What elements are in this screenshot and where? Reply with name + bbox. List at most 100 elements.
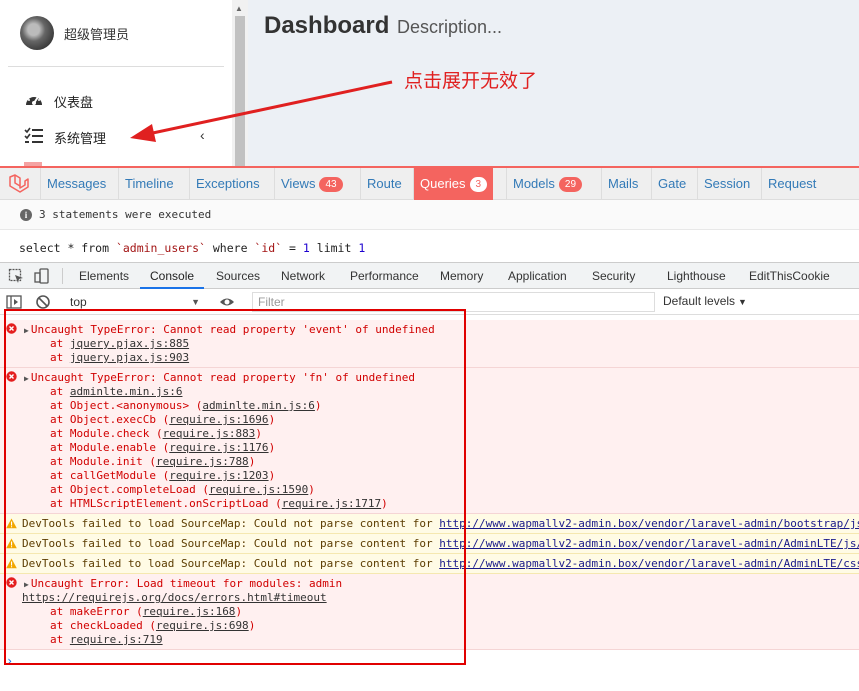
debugbar-tabs: Messages Timeline Exceptions Views 43 Rou…	[0, 168, 859, 200]
source-link[interactable]: require.js:168	[143, 605, 236, 618]
source-link[interactable]: require.js:1176	[169, 441, 268, 454]
content-header: Dashboard Description...	[264, 12, 502, 40]
laravel-logo-icon[interactable]	[8, 173, 30, 195]
log-levels-dropdown[interactable]: Default levels ▼	[663, 294, 747, 308]
debugbar-tab-gate[interactable]: Gate	[651, 168, 692, 200]
caret-down-icon: ▼	[738, 297, 747, 307]
sidebar: 超级管理员 仪表盘 系统管理 ‹	[0, 0, 232, 166]
debugbar-tab-request[interactable]: Request	[761, 168, 822, 200]
source-link[interactable]: jquery.pjax.js:885	[70, 337, 189, 350]
error-docs-link[interactable]: https://requirejs.org/docs/errors.html#t…	[22, 591, 327, 605]
device-toolbar-icon[interactable]	[34, 268, 50, 284]
source-link[interactable]: require.js:1717	[282, 497, 381, 510]
tab-network[interactable]: Network	[281, 263, 325, 289]
source-link[interactable]: jquery.pjax.js:903	[70, 351, 189, 364]
error-icon	[6, 323, 17, 334]
sidebar-item-label: 系统管理	[54, 131, 107, 146]
user-panel[interactable]: 超级管理员	[0, 8, 232, 58]
sidebar-toggle-icon[interactable]	[6, 294, 22, 310]
tab-performance[interactable]: Performance	[350, 263, 419, 289]
stack-frame: at jquery.pjax.js:903	[50, 351, 190, 364]
warning-icon	[6, 558, 17, 569]
source-link[interactable]: adminlte.min.js:6	[202, 399, 315, 412]
scroll-up-icon[interactable]: ▲	[235, 4, 243, 13]
debugbar-tab-exceptions[interactable]: Exceptions	[189, 168, 266, 200]
expand-triangle-icon[interactable]: ▶	[24, 580, 29, 589]
message-text: DevTools failed to load SourceMap: Could…	[22, 537, 859, 551]
toolbar-divider	[62, 268, 63, 284]
console-prompt[interactable]: ›	[6, 654, 13, 668]
debugbar: Messages Timeline Exceptions Views 43 Rou…	[0, 166, 859, 264]
sidebar-scrollbar[interactable]: ▲	[232, 0, 248, 166]
message-text: ▶ Uncaught TypeError: Cannot read propert…	[24, 371, 415, 384]
tab-memory[interactable]: Memory	[440, 263, 483, 289]
debugbar-tab-route[interactable]: Route	[360, 168, 408, 200]
page-description: Description...	[396, 17, 503, 37]
error-icon	[6, 371, 17, 382]
source-link[interactable]: require.js:1590	[209, 483, 308, 496]
sidebar-item-system-management[interactable]: 系统管理 ‹	[0, 122, 232, 150]
debugbar-tab-models[interactable]: Models 29	[506, 168, 588, 200]
count-badge: 43	[319, 177, 343, 192]
avatar	[20, 16, 54, 50]
debugbar-tab-session[interactable]: Session	[697, 168, 756, 200]
source-link[interactable]: require.js:788	[156, 455, 249, 468]
source-link[interactable]: adminlte.min.js:6	[70, 385, 183, 398]
stack-frame: at checkLoaded (require.js:698)	[50, 619, 256, 632]
debugbar-tab-timeline[interactable]: Timeline	[118, 168, 180, 200]
chevron-left-icon[interactable]: ‹	[200, 127, 205, 143]
console-error-message[interactable]: ▶ Uncaught Error: Load timeout for module…	[0, 574, 859, 650]
count-badge: 29	[558, 177, 583, 192]
stack-frame: at require.js:719	[50, 633, 163, 646]
tab-console[interactable]: Console	[140, 263, 205, 289]
sidebar-item-label: 仪表盘	[54, 95, 94, 110]
stack-frame: at HTMLScriptElement.onScriptLoad (requi…	[50, 497, 388, 510]
console-filter-input[interactable]	[252, 292, 655, 312]
source-link[interactable]: require.js:719	[70, 633, 163, 646]
context-selector[interactable]: top ▼	[64, 292, 204, 312]
source-link[interactable]: require.js:698	[156, 619, 249, 632]
expand-triangle-icon[interactable]: ▶	[24, 374, 29, 383]
tab-application[interactable]: Application	[508, 263, 567, 289]
info-icon: i	[20, 209, 32, 221]
source-link[interactable]: require.js:883	[163, 427, 256, 440]
console-error-message[interactable]: ▶ Uncaught TypeError: Cannot read propert…	[0, 320, 859, 368]
tab-security[interactable]: Security	[592, 263, 635, 289]
message-text: DevTools failed to load SourceMap: Could…	[22, 517, 859, 531]
tab-editthiscookie[interactable]: EditThisCookie	[749, 263, 830, 289]
stack-frame: at makeError (require.js:168)	[50, 605, 243, 618]
query-row[interactable]: select * from `admin_users` where `id` =…	[0, 230, 859, 264]
inspect-element-icon[interactable]	[8, 268, 24, 284]
source-link[interactable]: require.js:1696	[169, 413, 268, 426]
sourcemap-link[interactable]: http://www.wapmallv2-admin.box/vendor/la…	[439, 557, 859, 570]
devtools-tabs: Elements Console Sources Network Perform…	[0, 263, 859, 289]
scrollbar-thumb[interactable]	[235, 16, 245, 166]
sourcemap-link[interactable]: http://www.wapmallv2-admin.box/vendor/la…	[439, 537, 859, 550]
sourcemap-link[interactable]: http://www.wapmallv2-admin.box/vendor/la…	[439, 517, 859, 530]
console-messages: ▶ Uncaught TypeError: Cannot read propert…	[0, 315, 859, 691]
tab-lighthouse[interactable]: Lighthouse	[667, 263, 726, 289]
message-text: ▶ Uncaught Error: Load timeout for module…	[24, 577, 343, 590]
debugbar-tab-views[interactable]: Views 43	[274, 168, 349, 200]
stack-frame: at Module.enable (require.js:1176)	[50, 441, 276, 454]
source-link[interactable]: require.js:1203	[169, 469, 268, 482]
tab-elements[interactable]: Elements	[79, 263, 129, 289]
warning-icon	[6, 538, 17, 549]
console-warning-message[interactable]: DevTools failed to load SourceMap: Could…	[0, 514, 859, 534]
console-warning-message[interactable]: DevTools failed to load SourceMap: Could…	[0, 554, 859, 574]
debugbar-tab-queries[interactable]: Queries 3	[413, 168, 494, 200]
console-error-message[interactable]: ▶ Uncaught TypeError: Cannot read propert…	[0, 368, 859, 514]
caret-down-icon: ▼	[191, 297, 200, 307]
sidebar-item-dashboard[interactable]: 仪表盘	[0, 86, 232, 114]
debugbar-tab-messages[interactable]: Messages	[40, 168, 112, 200]
expand-triangle-icon[interactable]: ▶	[24, 326, 29, 335]
debugbar-tab-mails[interactable]: Mails	[601, 168, 644, 200]
tab-sources[interactable]: Sources	[216, 263, 260, 289]
user-name: 超级管理员	[64, 27, 130, 42]
eye-icon[interactable]	[219, 294, 235, 310]
query-status: i 3 statements were executed	[0, 200, 859, 230]
admin-app: 超级管理员 仪表盘 系统管理 ‹ ▲ Dashboard Description…	[0, 0, 859, 166]
annotation-text: 点击展开无效了	[404, 71, 538, 92]
console-warning-message[interactable]: DevTools failed to load SourceMap: Could…	[0, 534, 859, 554]
clear-console-icon[interactable]	[35, 294, 51, 310]
